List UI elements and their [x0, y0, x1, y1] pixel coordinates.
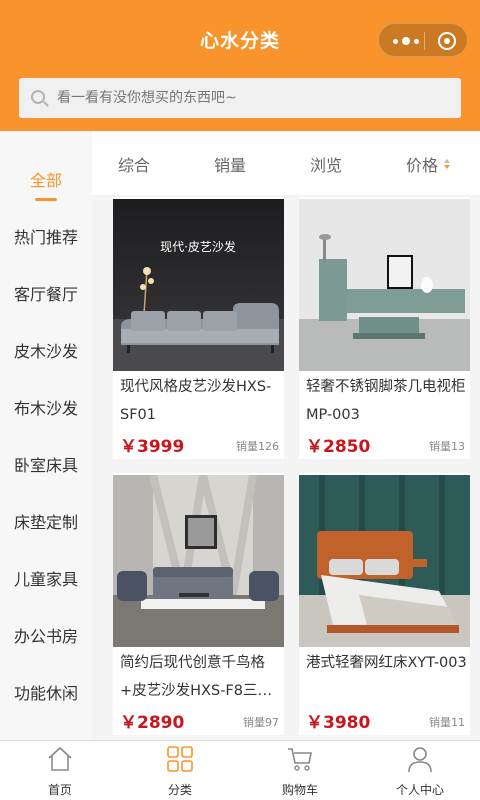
- sidebar-item-all[interactable]: 全部: [0, 169, 92, 193]
- sort-tab-sales[interactable]: 销量: [214, 152, 246, 176]
- product-price: ￥3999: [120, 437, 185, 457]
- search-icon: [31, 90, 45, 104]
- sort-tab-views[interactable]: 浏览: [310, 152, 342, 176]
- tab-label: 个人中心: [395, 783, 444, 797]
- sidebar-item-hot[interactable]: 热门推荐: [0, 226, 92, 250]
- cart-icon: [288, 748, 312, 771]
- tab-category[interactable]: 分类: [120, 741, 240, 800]
- sidebar-item-fabric-sofa[interactable]: 布木沙发: [0, 397, 92, 421]
- sidebar-item-office[interactable]: 办公书房: [0, 625, 92, 649]
- product-price: ￥2850: [306, 437, 371, 457]
- category-icon: [167, 746, 193, 772]
- product-image-caption: 现代·皮艺沙发: [160, 239, 236, 254]
- product-image[interactable]: 现代·皮艺沙发: [113, 199, 284, 371]
- product-grid: 现代·皮艺沙发 现代风格皮艺沙发HXS-SF01 ￥3999 销量126 轻奢不…: [92, 195, 480, 740]
- sort-bar: 综合 销量 浏览 价格: [92, 131, 480, 195]
- product-sales-count: 销量97: [243, 716, 279, 729]
- product-card[interactable]: 现代·皮艺沙发 现代风格皮艺沙发HXS-SF01 ￥3999 销量126: [113, 197, 284, 459]
- header-bar: 心水分类: [0, 0, 480, 131]
- bottom-tab-bar: 首页 分类 购物车 个人中心: [0, 740, 480, 800]
- product-image[interactable]: [113, 475, 284, 647]
- product-sales-count: 销量11: [429, 716, 465, 729]
- tab-label: 首页: [47, 783, 72, 797]
- category-sidebar: 全部 热门推荐 客厅餐厅 皮木沙发 布木沙发 卧室床具 床垫定制 儿童家具 办公…: [0, 131, 92, 740]
- sort-order-icon[interactable]: [444, 159, 450, 171]
- product-image[interactable]: [299, 199, 470, 371]
- sort-tab-comprehensive[interactable]: 综合: [118, 152, 150, 176]
- capsule-divider: [424, 32, 425, 50]
- active-category-indicator: [35, 198, 57, 201]
- tab-profile[interactable]: 个人中心: [360, 741, 480, 800]
- sidebar-item-leather-sofa[interactable]: 皮木沙发: [0, 340, 92, 364]
- tab-label: 购物车: [281, 783, 318, 797]
- more-options-icon[interactable]: [393, 30, 419, 52]
- product-image[interactable]: [299, 475, 470, 647]
- product-card[interactable]: 简约后现代创意千鸟格+皮艺沙发HXS-F8三… ￥2890 销量97: [113, 473, 284, 735]
- product-price: ￥2890: [120, 713, 185, 733]
- miniprogram-capsule: [378, 23, 468, 57]
- sidebar-item-leisure[interactable]: 功能休闲: [0, 682, 92, 706]
- sidebar-item-bedroom[interactable]: 卧室床具: [0, 454, 92, 478]
- product-sales-count: 销量126: [236, 440, 279, 453]
- tab-label: 分类: [167, 783, 192, 797]
- product-price: ￥3980: [306, 713, 371, 733]
- close-miniprogram-icon[interactable]: [438, 32, 456, 50]
- product-card[interactable]: 轻奢不锈钢脚茶几电视柜MP-003 ￥2850 销量13: [299, 197, 470, 459]
- home-icon: [48, 746, 72, 771]
- sidebar-item-mattress[interactable]: 床垫定制: [0, 511, 92, 535]
- product-name: 港式轻奢网红床XYT-003: [306, 655, 467, 671]
- sort-tab-price[interactable]: 价格: [406, 152, 438, 176]
- search-input[interactable]: [57, 78, 447, 118]
- tab-home[interactable]: 首页: [0, 741, 120, 800]
- product-card[interactable]: 港式轻奢网红床XYT-003 ￥3980 销量11: [299, 473, 470, 735]
- sidebar-item-kids[interactable]: 儿童家具: [0, 568, 92, 592]
- tab-cart[interactable]: 购物车: [240, 741, 360, 800]
- search-bar[interactable]: [19, 78, 461, 118]
- product-sales-count: 销量13: [429, 440, 465, 453]
- product-name: 轻奢不锈钢脚茶几电视柜MP-003: [306, 379, 466, 423]
- product-name: 简约后现代创意千鸟格+皮艺沙发HXS-F8三…: [120, 655, 272, 699]
- user-icon: [408, 747, 432, 773]
- product-name: 现代风格皮艺沙发HXS-SF01: [120, 379, 272, 423]
- sidebar-item-living-dining[interactable]: 客厅餐厅: [0, 283, 92, 307]
